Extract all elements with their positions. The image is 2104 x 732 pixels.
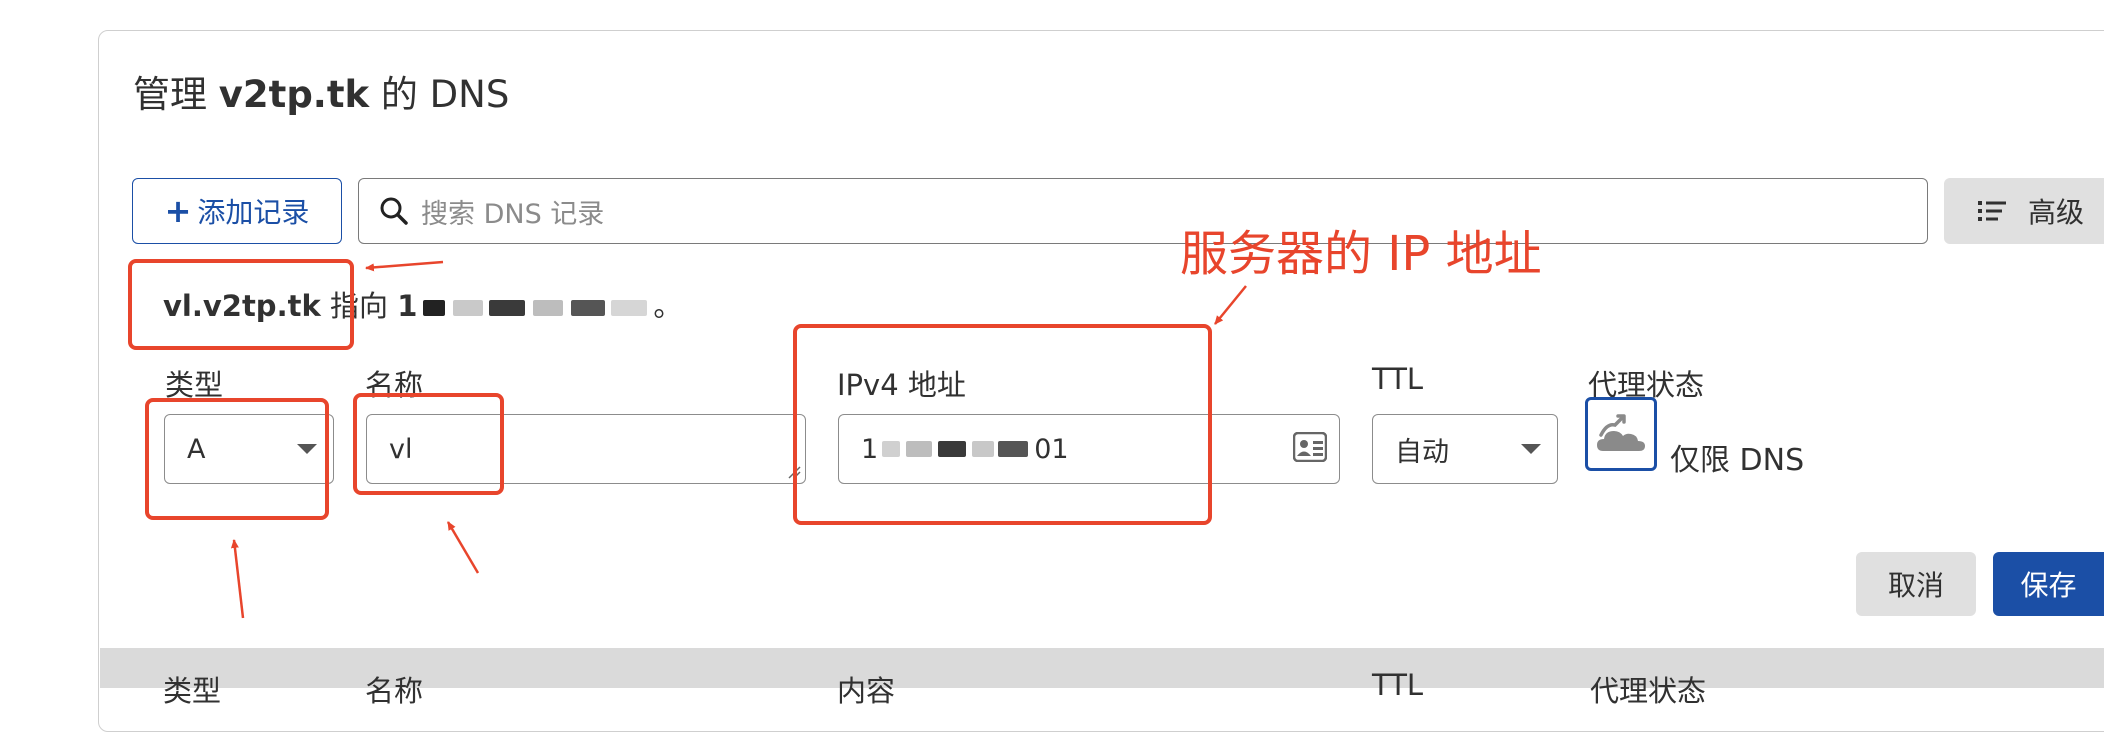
highlight-box-hostname — [128, 259, 354, 350]
annotation-overlay — [128, 259, 1247, 619]
highlight-box-type — [145, 398, 329, 520]
annotation-arrow-type — [230, 539, 245, 619]
annotation-arrow-hostname — [365, 260, 444, 272]
annotation-arrow-name — [446, 521, 480, 574]
highlight-box-name — [353, 393, 504, 495]
annotation-arrow-ipv4 — [1214, 285, 1247, 325]
highlight-box-ipv4 — [793, 324, 1212, 525]
